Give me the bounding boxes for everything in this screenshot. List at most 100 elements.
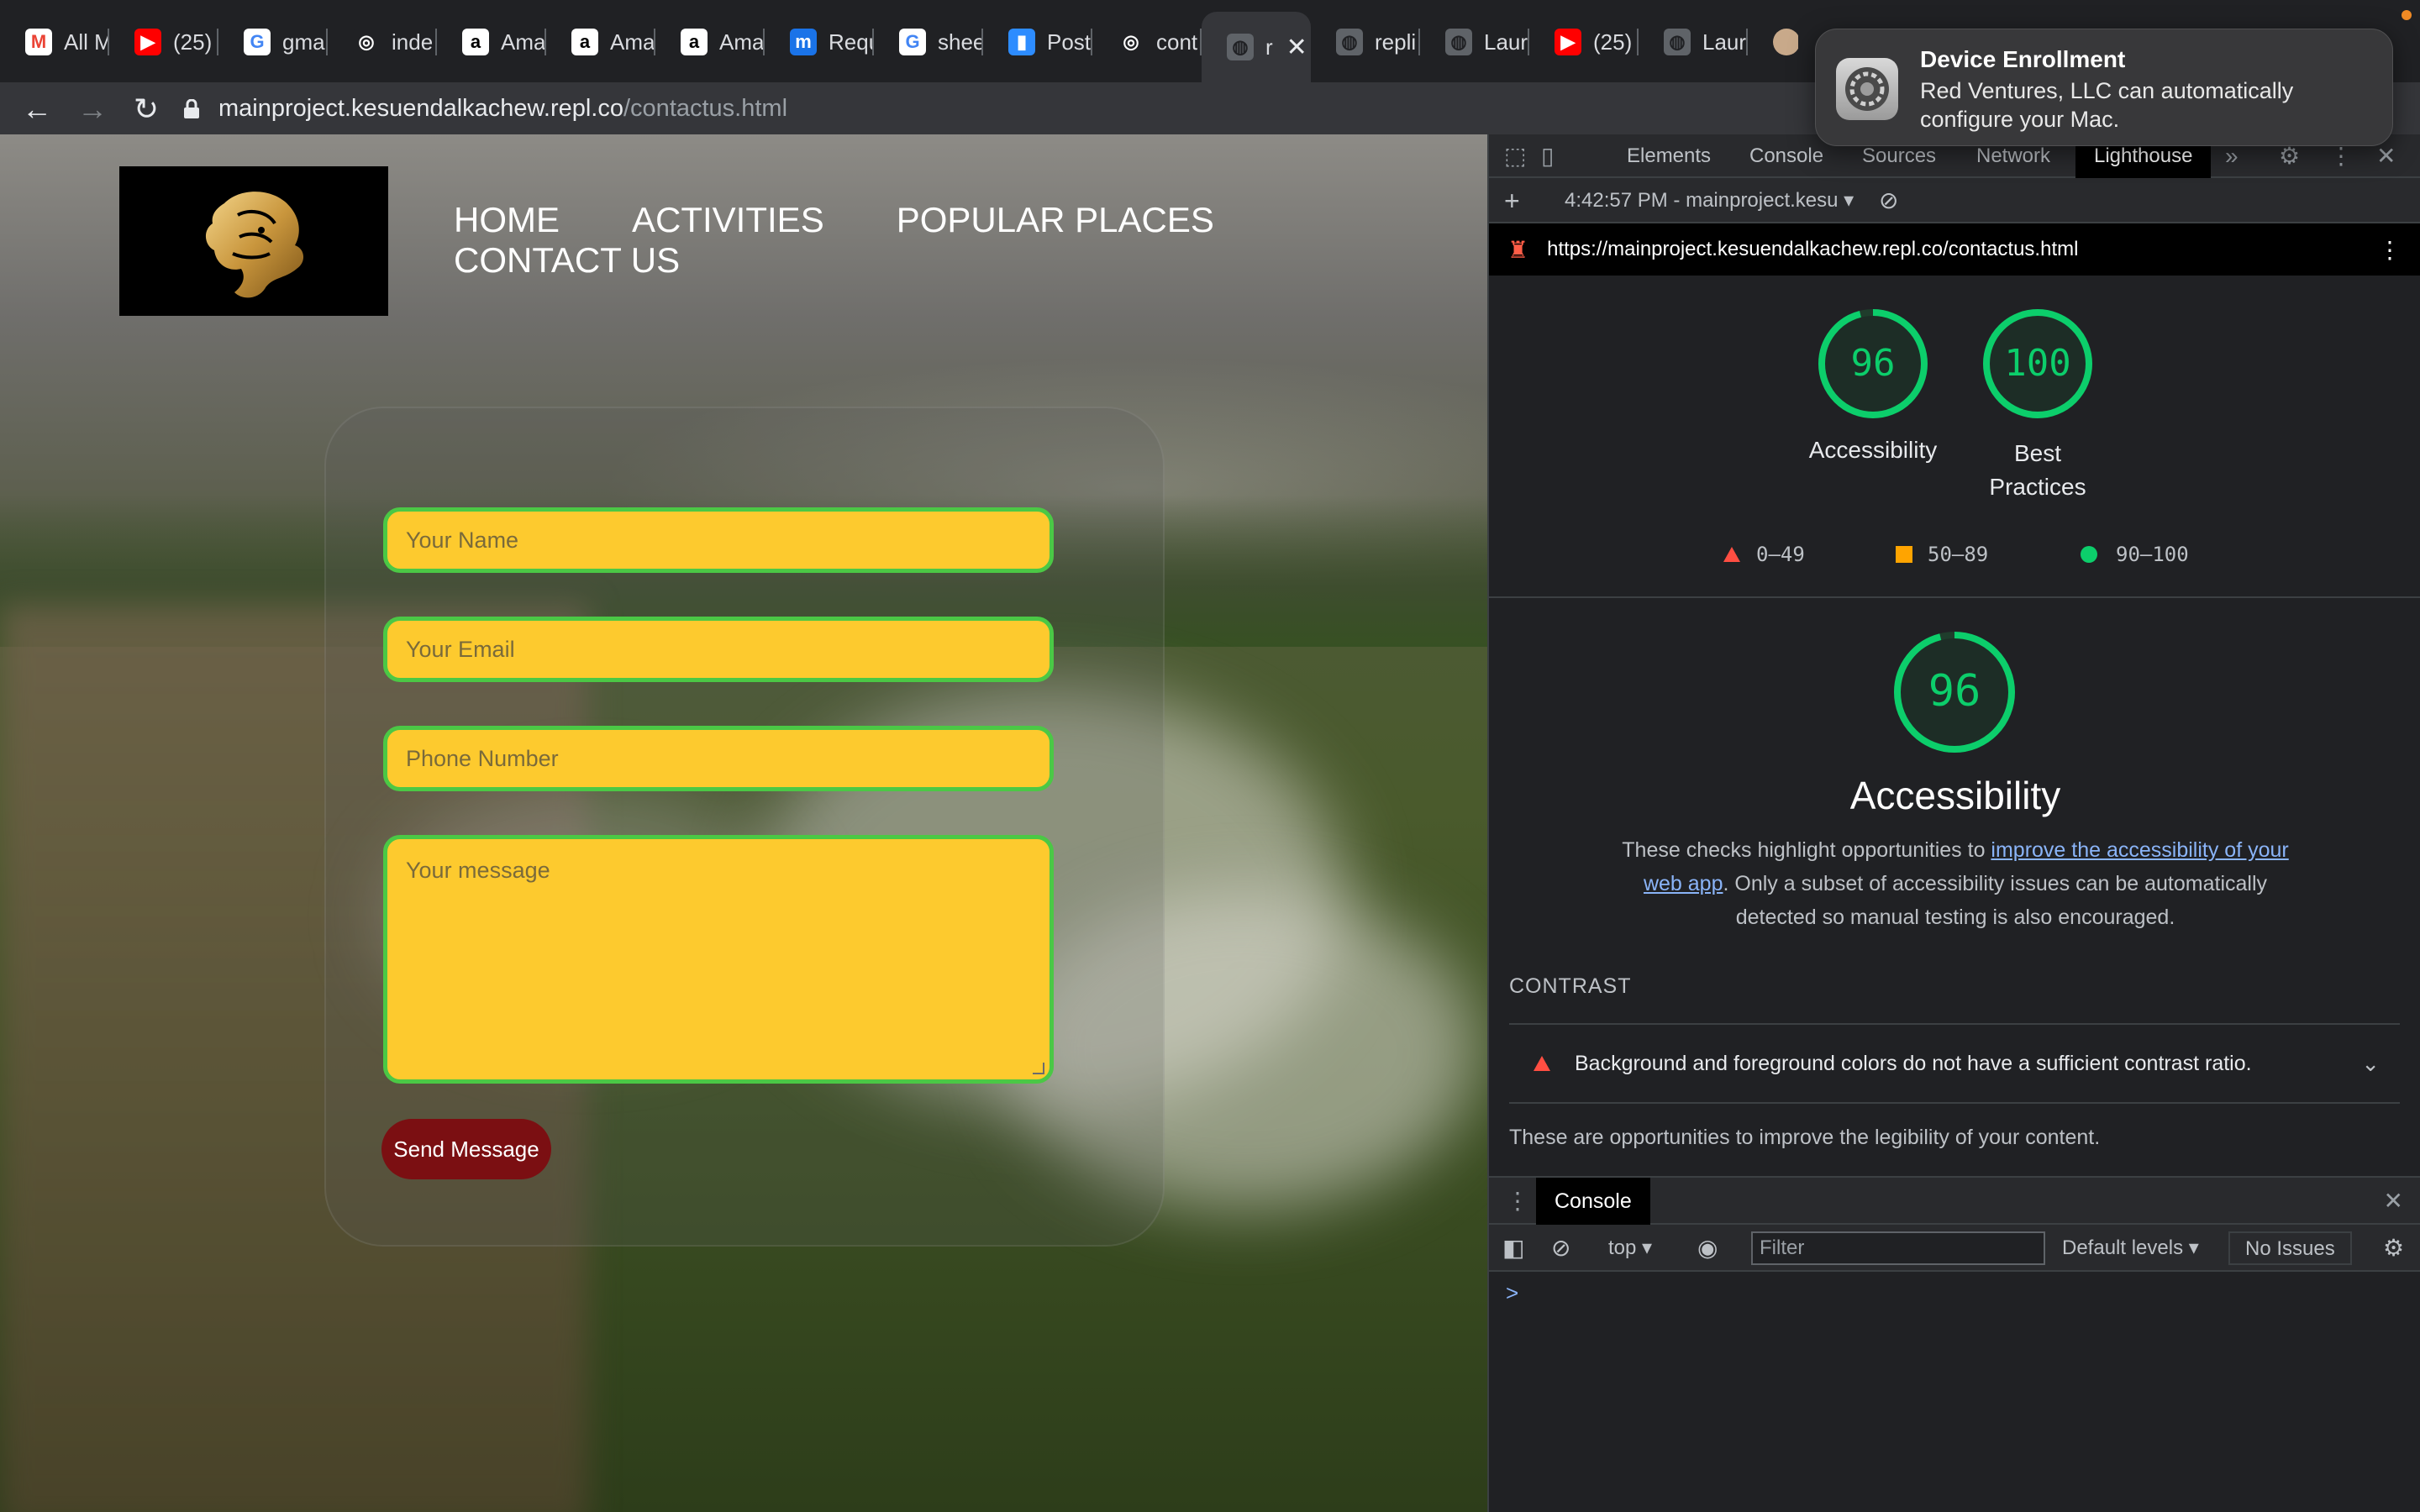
tab-label: Laur [1484,29,1528,55]
browser-tab[interactable]: ◎ inde [328,12,437,72]
url-path: /contactus.html [623,94,788,122]
console-toolbar: ◧ ⊘ top ▾ ◉ Filter Default levels ▾ No I… [1489,1225,2420,1272]
clear-icon[interactable]: ⊘ [1879,178,1898,223]
message-placeholder: Your message [406,858,550,883]
category-title: Accessibility [1849,774,2061,817]
browser-tab[interactable]: ◎ cont [1092,12,1202,72]
eye-icon[interactable]: ◉ [1697,1225,1718,1272]
lighthouse-icon: ♜ [1507,236,1529,263]
accessibility-gauge[interactable]: 96 [1817,307,1929,420]
tab-console[interactable]: Console [1749,134,1823,178]
nav-popular-places-link[interactable]: POPULAR PLACES [897,200,1214,240]
browser-tab[interactable]: ▮ Post [983,12,1092,72]
nav-home-link[interactable]: HOME [454,200,560,240]
site-logo[interactable] [119,166,388,316]
replit-icon: ◎ [1118,29,1144,55]
context-selector[interactable]: top ▾ [1608,1225,1652,1272]
resize-handle-icon[interactable] [1033,1063,1044,1074]
chevron-down-icon[interactable]: ⌄ [2361,1051,2380,1077]
message-textarea[interactable]: Your message [383,835,1054,1084]
legend-item-fail: 0–49 [1723,543,1805,566]
forward-arrow-icon[interactable]: → [77,94,108,124]
levels-label: Default levels [2062,1236,2184,1259]
browser-tab[interactable]: a Ama [546,12,655,72]
google-icon: G [899,29,926,55]
log-levels-dropdown[interactable]: Default levels ▾ [2062,1225,2199,1272]
browser-tab[interactable]: ◍ repli [1311,12,1420,72]
browser-tab[interactable]: ◍ r ✕ [1202,12,1311,82]
report-url[interactable]: https://mainproject.kesuendalkachew.repl… [1547,238,2078,261]
tab-label: r [1265,34,1273,60]
device-enrollment-notification[interactable]: Device Enrollment Red Ventures, LLC can … [1815,29,2393,146]
tab-label: All M [64,29,109,55]
plus-icon[interactable]: + [1504,178,1520,223]
nav-contact-us-link[interactable]: CONTACT US [454,240,680,281]
context-label: top [1608,1236,1637,1259]
browser-tab[interactable]: M All M [0,12,109,72]
report-label: 4:42:57 PM - mainproject.kesu [1565,189,1839,212]
gauge-label-line: Best [2013,440,2062,466]
browser-tab[interactable]: ▶ (25) [1529,12,1639,72]
url-host: mainproject.kesuendalkachew.repl.co [218,94,623,122]
amazon-icon: a [681,29,708,55]
audit-item[interactable]: Background and foreground colors do not … [1509,1023,2400,1104]
browser-tab[interactable]: a Ama [437,12,546,72]
globe-icon: ◍ [1227,34,1254,60]
description-text: These checks highlight opportunities to [1622,838,1991,862]
browser-tab[interactable] [1748,12,1798,72]
report-selector[interactable]: 4:42:57 PM - mainproject.kesu ▾ [1565,178,1854,223]
recording-indicator [2402,10,2412,20]
tab-label: Requ [829,29,874,55]
filter-input[interactable]: Filter [1751,1231,2045,1265]
sidebar-toggle-icon[interactable]: ◧ [1502,1225,1524,1272]
amazon-icon: a [571,29,598,55]
drawer-tab-console[interactable]: Console [1536,1178,1650,1225]
clear-console-icon[interactable]: ⊘ [1551,1225,1570,1272]
legend-item-average: 50–89 [1896,543,1988,566]
kebab-menu-icon[interactable]: ⋮ [1506,1178,1529,1225]
inspect-element-icon[interactable]: ⬚ [1504,134,1526,178]
tab-label: (25) [173,29,213,55]
name-input[interactable]: Your Name [383,507,1054,573]
legend-label: 0–49 [1756,543,1805,566]
send-message-button[interactable]: Send Message [381,1119,551,1179]
close-tab-icon[interactable]: ✕ [1286,33,1307,62]
email-input[interactable]: Your Email [383,617,1054,682]
name-placeholder: Your Name [406,527,519,553]
youtube-icon: ▶ [1555,29,1581,55]
globe-icon: ◍ [1445,29,1472,55]
gauge-label-line: Practices [1989,474,2086,500]
issues-badge[interactable]: No Issues [2228,1231,2352,1265]
browser-tab[interactable]: Ggmai [218,12,328,72]
browser-tab[interactable]: ▶ (25) [109,12,218,72]
browser-tab[interactable]: ◍ Laur [1420,12,1529,72]
report-url-bar: ♜ https://mainproject.kesuendalkachew.re… [1489,223,2420,276]
device-toolbar-icon[interactable]: ▯ [1541,134,1554,178]
browser-tab[interactable]: m Requ [765,12,874,72]
tab-label: Laur [1702,29,1747,55]
phone-input[interactable]: Phone Number [383,726,1054,791]
gear-icon[interactable]: ⚙ [2383,1225,2404,1272]
back-arrow-icon[interactable]: ← [22,94,52,124]
web-page: HOME ACTIVITIES POPULAR PLACES CONTACT US … [0,134,1487,1512]
kebab-menu-icon[interactable]: ⋮ [2378,236,2402,264]
tab-elements[interactable]: Elements [1627,134,1711,178]
gmail-icon: M [25,29,52,55]
notification-body: Red Ventures, LLC can automatically conf… [1920,78,2294,132]
tab-label: gmai [282,29,328,55]
reload-icon[interactable]: ↻ [131,94,161,124]
best-practices-gauge[interactable]: 100 [1981,307,2094,420]
address-bar[interactable]: mainproject.kesuendalkachew.repl.co/cont… [183,82,787,134]
close-icon[interactable]: ✕ [2384,1178,2403,1225]
description-text: . Only a subset of accessibility issues … [1723,872,2268,929]
section-title: CONTRAST [1509,974,1632,998]
tab-label: Ama [610,29,655,55]
tab-label: repli [1375,29,1417,55]
browser-tab[interactable]: Gshee [874,12,983,72]
browser-tab[interactable]: a Ama [655,12,765,72]
nav-activities-link[interactable]: ACTIVITIES [632,200,824,240]
browser-tab[interactable]: ◍ Laur [1639,12,1748,72]
accessibility-big-gauge: 96 [1894,632,2015,753]
lighthouse-toolbar: + 4:42:57 PM - mainproject.kesu ▾ ⊘ [1489,178,2420,223]
console-prompt[interactable]: > [1506,1280,1518,1306]
